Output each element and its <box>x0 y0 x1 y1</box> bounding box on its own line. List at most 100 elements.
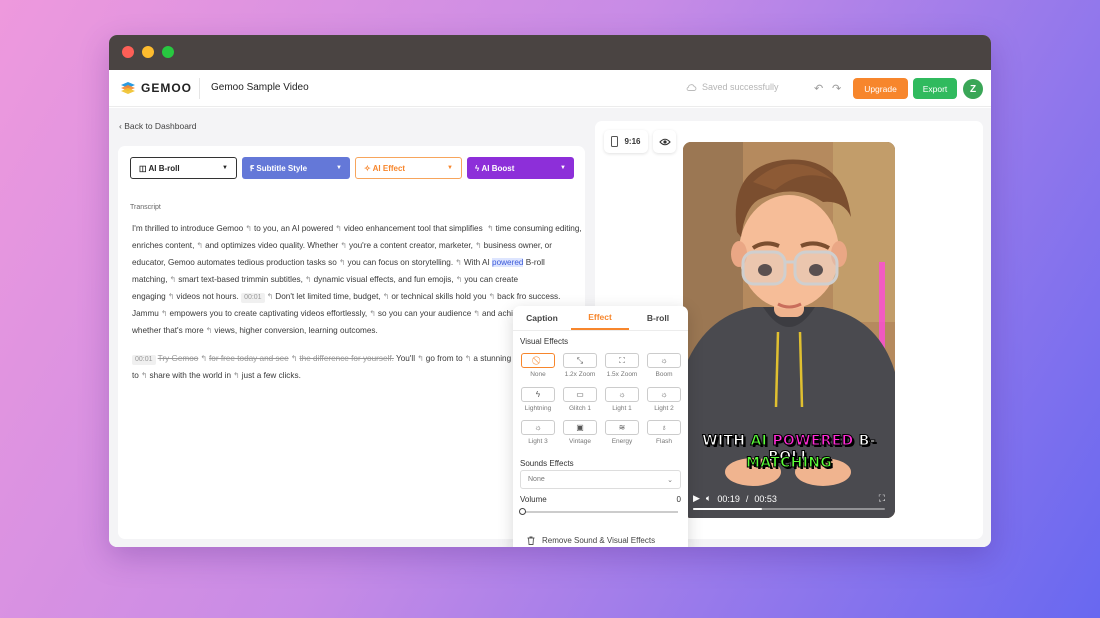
gap-icon[interactable]: ↰ <box>200 354 207 363</box>
fullscreen-icon[interactable]: ⛶ <box>879 493 885 504</box>
transcript-segment[interactable]: to <box>456 354 463 363</box>
effect-option-light-3[interactable]: ☼ Light 3 <box>520 420 556 445</box>
deleted-segment[interactable]: for free today and see <box>209 354 289 363</box>
transcript-segment[interactable]: your audience <box>420 309 471 318</box>
project-title[interactable]: Gemoo Sample Video <box>211 82 309 93</box>
effect-option-boom[interactable]: ☼ Boom <box>646 353 682 378</box>
transcript-segment[interactable]: views, higher conversion, <box>214 326 306 335</box>
transcript-segment[interactable]: so you can <box>378 309 418 318</box>
tab-broll[interactable]: B-roll <box>629 306 687 330</box>
transcript-segment[interactable]: you can focus on storytelling. <box>348 258 454 267</box>
effect-option-light-2[interactable]: ☼ Light 2 <box>646 387 682 412</box>
video-progress-fill <box>693 508 763 510</box>
transcript-segment[interactable]: you're a content creator, marketer, <box>349 241 473 250</box>
effect-option-1-5x-zoom[interactable]: ⛶ 1.5x Zoom <box>604 353 640 378</box>
transcript-segment[interactable]: videos <box>176 292 200 301</box>
effect-option-1-2x-zoom[interactable]: ⤡ 1.2x Zoom <box>562 353 598 378</box>
gap-icon[interactable]: ↰ <box>245 224 252 233</box>
gap-icon[interactable]: ↰ <box>196 241 203 250</box>
volume-slider[interactable] <box>519 508 678 515</box>
transcript-segment[interactable]: or technical skills hold you <box>391 292 486 301</box>
transcript-segment[interactable]: and optimizes video quality. Whether <box>205 241 338 250</box>
gap-icon[interactable]: ↰ <box>305 275 312 284</box>
minimize-window-button[interactable] <box>142 46 154 58</box>
tab-effect[interactable]: Effect <box>571 306 629 330</box>
subtitle-style-dropdown[interactable]: Ꞙ Subtitle Style ▼ <box>242 157 350 179</box>
gap-icon[interactable]: ↰ <box>340 241 347 250</box>
sound-effect-select[interactable]: None ⌄ <box>520 470 681 489</box>
upgrade-button[interactable]: Upgrade <box>853 78 908 99</box>
pause-timestamp[interactable]: 00:01 <box>241 293 265 303</box>
gap-icon[interactable]: ↰ <box>161 309 168 318</box>
transcript-segment[interactable]: Don't let limited time, budget, <box>275 292 380 301</box>
volume-slider-handle[interactable] <box>519 508 526 515</box>
ai-boost-dropdown[interactable]: ϟ AI Boost ▼ <box>467 157 574 179</box>
gap-icon[interactable]: ↰ <box>456 275 463 284</box>
gap-icon[interactable]: ↰ <box>455 258 462 267</box>
volume-row: Volume 0 <box>520 495 681 504</box>
effect-option-energy[interactable]: ≋ Energy <box>604 420 640 445</box>
transcript-segment[interactable]: go from <box>426 354 454 363</box>
transcript-segment[interactable]: learning outcomes. <box>309 326 378 335</box>
gap-icon[interactable]: ↰ <box>206 326 213 335</box>
effect-option-glitch-1[interactable]: ▭ Glitch 1 <box>562 387 598 412</box>
redo-icon[interactable]: ↷ <box>832 82 841 95</box>
deleted-segment[interactable]: the difference for yourself. <box>299 354 394 363</box>
gap-icon[interactable]: ↰ <box>335 224 342 233</box>
ai-effect-dropdown[interactable]: ✧ AI Effect ▼ <box>355 157 462 179</box>
transcript-segment[interactable]: share with the world in <box>150 371 231 380</box>
tab-caption[interactable]: Caption <box>513 306 571 330</box>
deleted-segment[interactable]: Try Gemoo <box>158 354 199 363</box>
gap-icon[interactable]: ↰ <box>369 309 376 318</box>
effect-option-lightning[interactable]: ϟ Lightning <box>520 387 556 412</box>
gap-icon[interactable]: ↰ <box>168 292 175 301</box>
back-to-dashboard-link[interactable]: ‹ Back to Dashboard <box>119 121 197 131</box>
gap-icon[interactable]: ↰ <box>473 309 480 318</box>
volume-icon[interactable]: 🔈︎ <box>706 493 711 504</box>
gap-icon[interactable]: ↰ <box>233 371 240 380</box>
transcript-segment[interactable]: I'm thrilled to introduce Gemoo <box>132 224 243 233</box>
selected-word[interactable]: powered <box>492 258 524 267</box>
gap-icon[interactable]: ↰ <box>170 275 177 284</box>
transcript-segment[interactable]: subtitles, <box>271 275 303 284</box>
gap-icon[interactable]: ↰ <box>291 354 298 363</box>
effect-option-light-1[interactable]: ☼ Light 1 <box>604 387 640 412</box>
gap-icon[interactable]: ↰ <box>339 258 346 267</box>
play-icon[interactable]: ▶ <box>693 493 700 504</box>
transcript-segment[interactable]: back fro <box>497 292 526 301</box>
gap-icon[interactable]: ↰ <box>475 241 482 250</box>
close-window-button[interactable] <box>122 46 134 58</box>
effect-option-vintage[interactable]: ▣ Vintage <box>562 420 598 445</box>
export-button[interactable]: Export <box>913 78 957 99</box>
transcript-segment[interactable]: dynamic visual effects, and fun emojis, <box>314 275 454 284</box>
transcript-segment[interactable]: not hours. <box>202 292 238 301</box>
app-logo[interactable]: GEMOO <box>119 81 192 95</box>
user-avatar[interactable]: Z <box>963 79 983 99</box>
transcript-segment[interactable]: to you, an AI powered <box>254 224 333 233</box>
transcript-segment[interactable]: empowers you to create captivating video… <box>170 309 368 318</box>
undo-icon[interactable]: ↶ <box>814 82 823 95</box>
gap-icon[interactable]: ↰ <box>141 371 148 380</box>
effect-popover: Caption Effect B-roll Visual Effects ⃠ No… <box>513 306 688 547</box>
ai-broll-dropdown[interactable]: ◫ AI B-roll ▼ <box>130 157 237 179</box>
transcript-segment[interactable]: smart text-based trimmin <box>178 275 268 284</box>
transcript-segment[interactable]: just a few clicks. <box>242 371 301 380</box>
pause-timestamp[interactable]: 00:01 <box>132 355 156 365</box>
maximize-window-button[interactable] <box>162 46 174 58</box>
aspect-ratio-button[interactable]: 9:16 <box>604 130 648 153</box>
gap-icon[interactable]: ↰ <box>383 292 390 301</box>
gap-icon[interactable]: ↰ <box>417 354 424 363</box>
transcript-segment[interactable]: You'll <box>396 354 415 363</box>
gap-icon[interactable]: ↰ <box>488 292 495 301</box>
gap-icon[interactable]: ↰ <box>267 292 274 301</box>
gap-icon[interactable]: ↰ <box>465 354 472 363</box>
preview-visibility-button[interactable] <box>653 130 676 153</box>
video-progress-bar[interactable] <box>693 508 885 510</box>
remove-effects-button[interactable]: Remove Sound & Visual Effects <box>527 536 655 545</box>
effect-option-none[interactable]: ⃠ None <box>520 353 556 378</box>
transcript-segment[interactable]: video enhancement tool that simplifies <box>344 224 483 233</box>
video-player[interactable]: WITH AI POWERED B-ROLL MATCHING ▶ 🔈︎ 00:… <box>683 142 895 518</box>
gap-icon[interactable]: ↰ <box>487 224 494 233</box>
effect-option-flash[interactable]: ♁ Flash <box>646 420 682 445</box>
transcript-segment[interactable]: With AI <box>464 258 490 267</box>
